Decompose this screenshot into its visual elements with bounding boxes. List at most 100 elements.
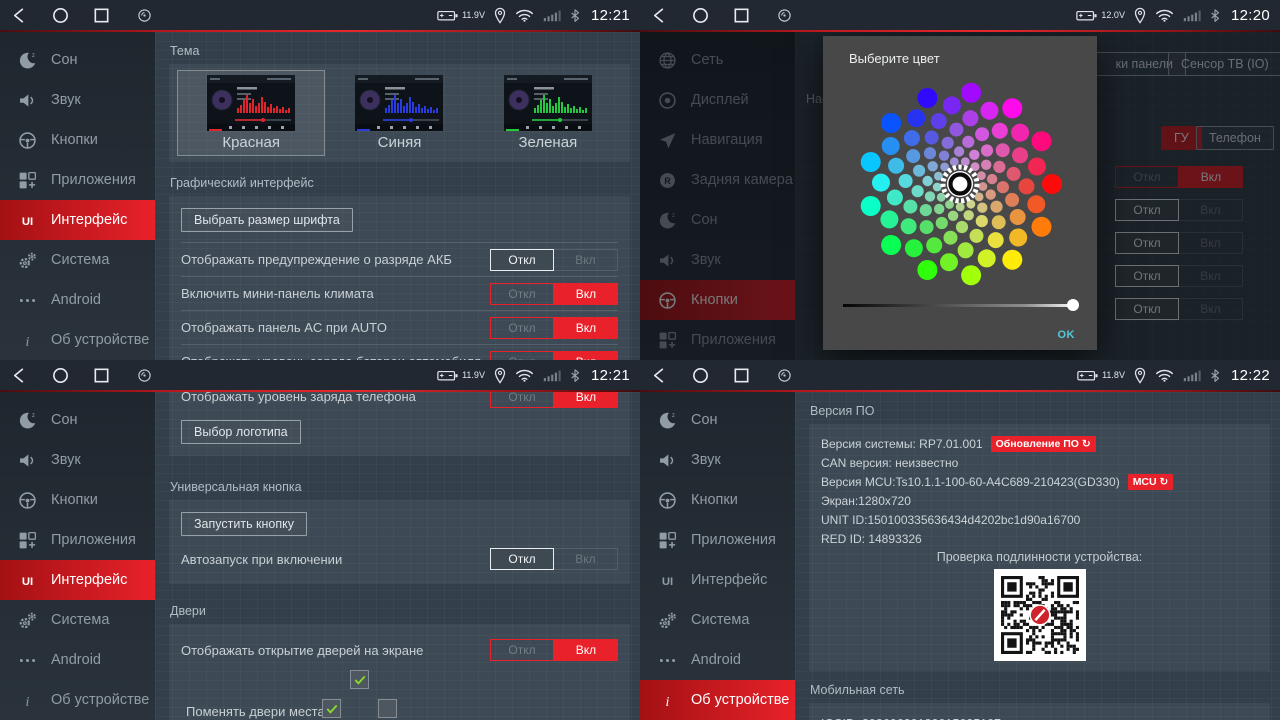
on-off-toggle[interactable]: Откл Вкл — [490, 639, 618, 661]
battery-icon — [437, 369, 458, 382]
sidebar-item[interactable]: Звук — [0, 440, 155, 480]
door-checkbox-right[interactable] — [378, 699, 397, 718]
on-off-toggle[interactable]: Откл Вкл — [490, 392, 618, 408]
home-icon[interactable] — [691, 6, 710, 25]
on-off-toggle[interactable]: Откл Вкл — [490, 283, 618, 305]
home-icon[interactable] — [691, 366, 710, 385]
run-button[interactable]: Запустить кнопку — [181, 512, 307, 536]
sidebar-item[interactable]: Приложения — [640, 520, 795, 560]
sidebar-item[interactable]: Система — [640, 600, 795, 640]
back-icon[interactable] — [10, 366, 29, 385]
on-off-toggle[interactable]: Откл Вкл — [490, 317, 618, 339]
sidebar-item[interactable]: z Сон — [0, 400, 155, 440]
recents-icon[interactable] — [92, 6, 111, 25]
slider-thumb[interactable] — [1067, 299, 1079, 311]
toggle-off-segment[interactable]: Откл — [490, 548, 554, 570]
sidebar-item[interactable]: Приложения — [0, 160, 155, 200]
logo-select-button[interactable]: Выбор логотипа — [181, 420, 301, 444]
sidebar-item[interactable]: Звук — [0, 80, 155, 120]
back-icon[interactable] — [650, 366, 669, 385]
on-off-toggle[interactable]: Откл Вкл — [490, 548, 618, 570]
sidebar-item[interactable]: Кнопки — [0, 480, 155, 520]
font-size-button[interactable]: Выбрать размер шрифта — [181, 208, 353, 232]
recents-icon[interactable] — [732, 366, 751, 385]
sidebar-item[interactable]: i Об устройстве — [0, 680, 155, 720]
sidebar-item[interactable]: z Сон — [640, 400, 795, 440]
sidebar-item[interactable]: UI Интерфейс — [640, 560, 795, 600]
toggle-off-segment[interactable]: Откл — [490, 392, 554, 408]
toggle-on-segment[interactable]: Вкл — [554, 283, 618, 305]
nav-buttons — [10, 366, 152, 385]
ok-button[interactable]: OK — [1058, 329, 1076, 341]
sidebar-item[interactable]: Android — [640, 640, 795, 680]
toggle-on-segment[interactable]: Вкл — [554, 639, 618, 661]
battery-voltage: 11.8V — [1102, 370, 1125, 380]
sidebar-item[interactable]: Кнопки — [0, 120, 155, 160]
bluetooth-icon — [1210, 368, 1220, 383]
door-checkbox-left[interactable] — [322, 699, 341, 718]
sidebar-item[interactable]: Система — [0, 600, 155, 640]
update-badge-button[interactable]: Обновление ПО ↻ — [991, 436, 1096, 452]
ui-icon: UI — [17, 570, 38, 591]
toggle-on-segment[interactable]: Вкл — [554, 548, 618, 570]
toggle-off-segment[interactable]: Откл — [490, 639, 554, 661]
update-badge-button[interactable]: MCU ↻ — [1128, 474, 1174, 490]
on-off-toggle[interactable]: Откл Вкл — [490, 249, 618, 271]
speaker-icon — [17, 450, 38, 471]
slider-track[interactable] — [843, 304, 1077, 307]
dialog-title: Выберите цвет — [849, 51, 940, 66]
disc-icon[interactable] — [137, 8, 152, 23]
toggle-on-segment[interactable]: Вкл — [554, 351, 618, 361]
sidebar-item[interactable]: i Об устройстве — [0, 320, 155, 360]
settings-row: Отображать предупреждение о разряде АКБ … — [181, 242, 618, 276]
signal-icon — [543, 369, 561, 382]
recents-icon[interactable] — [92, 366, 111, 385]
sidebar-item[interactable]: Android — [0, 280, 155, 320]
info-icon: i — [17, 330, 38, 351]
sidebar-item[interactable]: i Об устройстве — [640, 680, 795, 720]
theme-option[interactable]: Зеленая — [474, 70, 622, 156]
back-icon[interactable] — [10, 6, 29, 25]
disc-icon[interactable] — [777, 8, 792, 23]
toggle-off-segment[interactable]: Откл — [490, 351, 554, 361]
color-wheel[interactable] — [836, 78, 1084, 292]
sidebar-item[interactable]: z Сон — [0, 40, 155, 80]
accent-divider — [0, 390, 640, 392]
sidebar-item[interactable]: Система — [0, 240, 155, 280]
toggle-off-segment[interactable]: Откл — [490, 249, 554, 271]
svg-text:i: i — [666, 694, 670, 709]
signal-icon — [543, 9, 561, 22]
sidebar-item[interactable]: Android — [0, 640, 155, 680]
theme-preview-thumbnail — [504, 75, 592, 131]
home-icon[interactable] — [51, 6, 70, 25]
toggle-on-segment[interactable]: Вкл — [554, 392, 618, 408]
status-bar: 11.9V 12:21 — [0, 360, 640, 390]
door-checkbox-front[interactable] — [350, 670, 369, 689]
svg-text:UI: UI — [22, 575, 33, 587]
section-title: Тема — [170, 44, 622, 58]
theme-option[interactable]: Красная — [177, 70, 325, 156]
sidebar-item[interactable]: Звук — [640, 440, 795, 480]
sidebar-item[interactable]: UI Интерфейс — [0, 560, 155, 600]
sidebar-item[interactable]: Кнопки — [640, 480, 795, 520]
toggle-on-segment[interactable]: Вкл — [554, 249, 618, 271]
disc-icon[interactable] — [137, 368, 152, 383]
toggle-off-segment[interactable]: Откл — [490, 317, 554, 339]
back-icon[interactable] — [650, 6, 669, 25]
sidebar-item[interactable]: UI Интерфейс — [0, 200, 155, 240]
toggle-off-segment[interactable]: Откл — [490, 283, 554, 305]
recents-icon[interactable] — [732, 6, 751, 25]
accent-divider — [640, 390, 1280, 392]
screen-about-device: 11.8V 12:22 z Сон Звук Кнопки Приложения… — [640, 360, 1280, 720]
sidebar-item[interactable]: Приложения — [0, 520, 155, 560]
toggle-on-segment[interactable]: Вкл — [554, 317, 618, 339]
brightness-slider[interactable] — [843, 298, 1077, 312]
speaker-icon — [17, 90, 38, 111]
clock: 12:21 — [591, 7, 630, 24]
home-icon[interactable] — [51, 366, 70, 385]
ui-icon: UI — [657, 570, 678, 591]
clock: 12:22 — [1231, 367, 1270, 384]
on-off-toggle[interactable]: Откл Вкл — [490, 351, 618, 361]
disc-icon[interactable] — [777, 368, 792, 383]
theme-option[interactable]: Синяя — [325, 70, 473, 156]
